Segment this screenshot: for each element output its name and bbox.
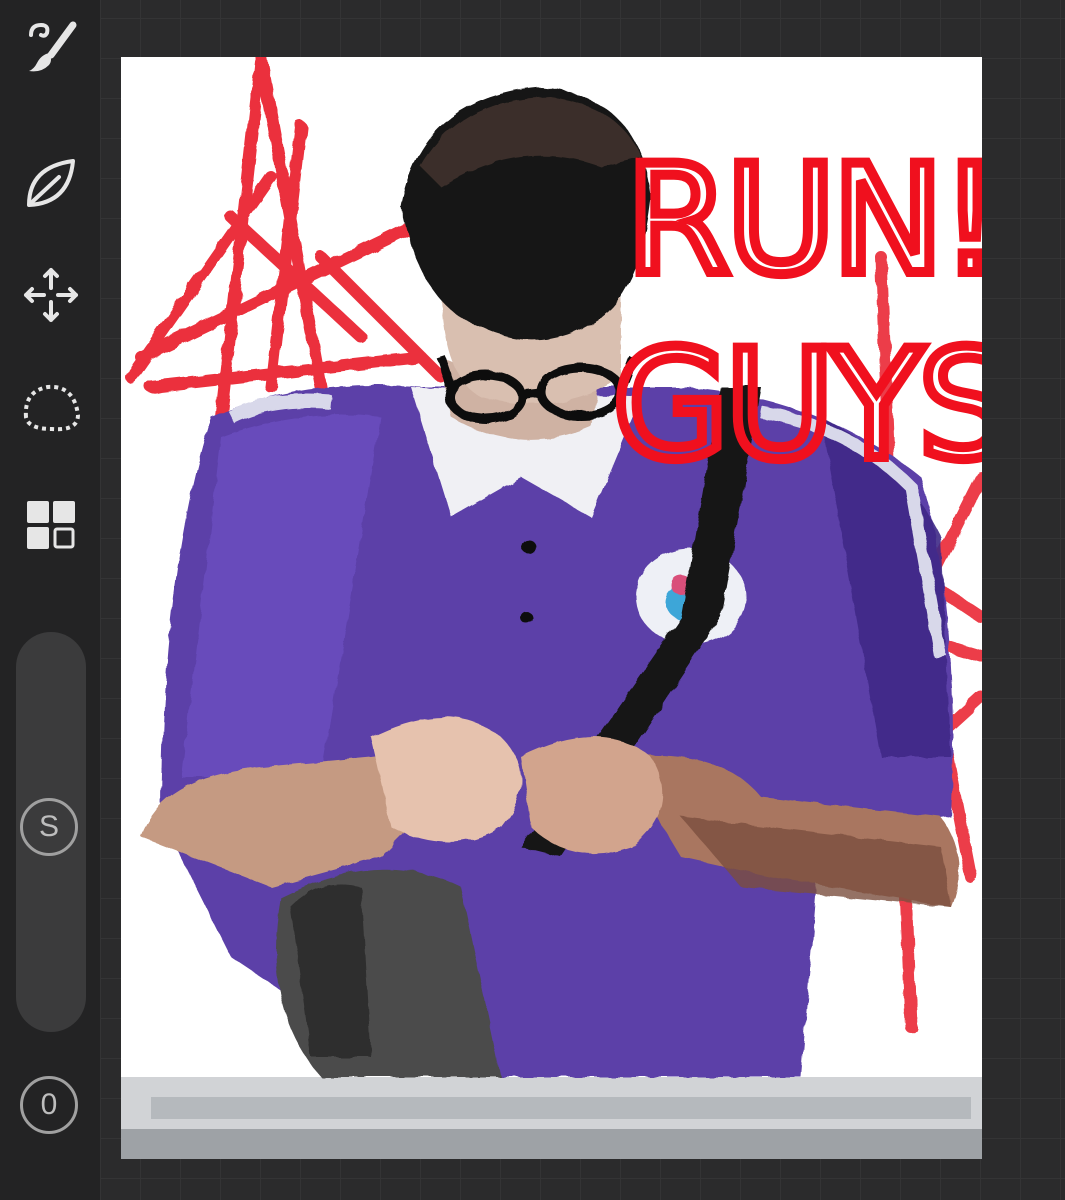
lasso-tool-button[interactable]: [18, 374, 84, 440]
layers-tool-button[interactable]: [18, 492, 84, 558]
size-toggle-button[interactable]: S: [20, 798, 78, 856]
guys-text: GUYS: [613, 319, 982, 493]
lasso-icon: [23, 384, 81, 432]
move-arrows-icon: [24, 268, 78, 322]
painting: RUN! GUYS: [121, 57, 982, 1159]
brush-tool-button[interactable]: [18, 14, 84, 80]
move-tool-button[interactable]: [18, 262, 84, 328]
tool-sidebar: S 0: [0, 0, 100, 1200]
leaf-tool-button[interactable]: [18, 150, 84, 216]
drawing-canvas[interactable]: RUN! GUYS: [121, 57, 982, 1159]
leaf-icon: [27, 159, 75, 207]
opacity-button[interactable]: 0: [20, 1076, 78, 1134]
run-text: RUN!: [626, 134, 982, 308]
brush-icon: [29, 21, 77, 72]
ground-strokes: [121, 1077, 982, 1159]
layers-grid-icon: [27, 501, 75, 549]
painted-text: RUN! GUYS: [608, 129, 982, 498]
